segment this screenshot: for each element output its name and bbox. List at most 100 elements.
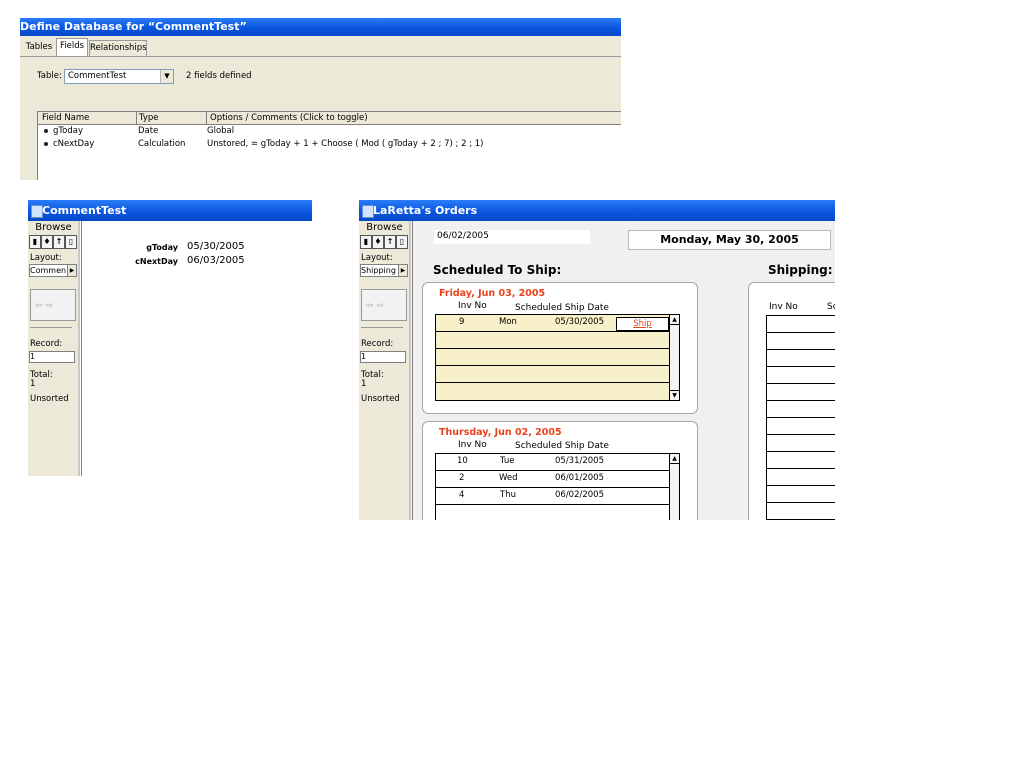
date-display-value: Monday, May 30, 2005 bbox=[660, 233, 799, 246]
book-navigator-icon[interactable]: ⇦ ⇨ bbox=[30, 289, 76, 321]
shipping-panel: Inv No Sc bbox=[748, 282, 835, 520]
orders-window: LaRetta's Orders Browse ▮ ♦ ↑ ▯ Layout: … bbox=[359, 200, 835, 520]
column-type[interactable]: Type bbox=[136, 112, 207, 124]
commenttest-window: CommentTest Browse ▮ ♦ ↑ ▯ Layout: Comme… bbox=[28, 200, 312, 476]
find-tool-icon[interactable]: ♦ bbox=[372, 235, 384, 249]
field-name: gToday bbox=[53, 126, 83, 136]
day: Thu bbox=[500, 490, 516, 500]
fields-list[interactable]: Field Name Type Options / Comments (Clic… bbox=[37, 111, 621, 180]
portal-scrollbar[interactable]: ▲ ▼ bbox=[669, 315, 679, 400]
shipping-heading: Shipping: bbox=[768, 263, 833, 277]
table-row[interactable]: 2 Wed 06/01/2005 bbox=[436, 471, 669, 488]
record-number-input[interactable]: 1 bbox=[29, 351, 75, 363]
ship-button[interactable]: Ship bbox=[616, 317, 669, 331]
scheduled-portal[interactable]: 10 Tue 05/31/2005 2 Wed 06/01/2005 4 Thu… bbox=[435, 453, 680, 520]
layout-tool-icon[interactable]: ↑ bbox=[53, 235, 65, 249]
table-row[interactable] bbox=[436, 366, 669, 383]
scheduled-group-panel: Friday, Jun 03, 2005 Inv No Scheduled Sh… bbox=[422, 282, 698, 414]
fields-count: 2 fields defined bbox=[186, 71, 252, 81]
row-bullet-icon bbox=[44, 129, 48, 133]
record-number-input[interactable]: 1 bbox=[360, 351, 406, 363]
table-row[interactable] bbox=[436, 349, 669, 366]
tab-bar: Tables Fields Relationships bbox=[20, 38, 621, 57]
inv-no: 2 bbox=[459, 473, 465, 483]
divider bbox=[361, 327, 403, 328]
browse-tool-icon[interactable]: ▮ bbox=[360, 235, 372, 249]
column-options[interactable]: Options / Comments (Click to toggle) bbox=[207, 112, 621, 124]
preview-tool-icon[interactable]: ▯ bbox=[396, 235, 408, 249]
mode-label: Browse bbox=[366, 222, 403, 233]
layout-select-value: Shipping bbox=[361, 266, 396, 275]
scroll-up-icon[interactable]: ▲ bbox=[670, 315, 679, 325]
table-row[interactable] bbox=[436, 505, 669, 520]
row-bullet-icon bbox=[44, 142, 48, 146]
portal-scrollbar[interactable]: ▲ bbox=[669, 454, 679, 520]
ship-date: 06/02/2005 bbox=[555, 490, 604, 500]
field-label-gtoday: gToday bbox=[146, 243, 178, 252]
inv-no: 10 bbox=[457, 456, 468, 466]
chevron-down-icon[interactable]: ▼ bbox=[160, 70, 173, 83]
table-row[interactable]: cNextDay Calculation Unstored, = gToday … bbox=[38, 138, 621, 151]
column-field-name[interactable]: Field Name bbox=[38, 112, 137, 124]
field-value-gtoday[interactable]: 05/30/2005 bbox=[187, 241, 245, 252]
field-type: Date bbox=[138, 126, 159, 136]
find-tool-icon[interactable]: ♦ bbox=[41, 235, 53, 249]
window-title: CommentTest bbox=[42, 204, 127, 217]
scheduled-heading: Scheduled To Ship: bbox=[433, 263, 562, 277]
window-title: Define Database for “CommentTest” bbox=[20, 20, 247, 33]
table-row[interactable]: 10 Tue 05/31/2005 bbox=[436, 454, 669, 471]
shipping-portal[interactable] bbox=[766, 315, 835, 520]
define-database-window: Define Database for “CommentTest” Tables… bbox=[20, 18, 621, 180]
status-area: Browse ▮ ♦ ↑ ▯ Layout: Shipping ▶ ⇦ ⇨ Re… bbox=[359, 221, 413, 520]
day: Tue bbox=[500, 456, 515, 466]
table-select-value: CommentTest bbox=[68, 71, 127, 81]
layout-tool-icon[interactable]: ↑ bbox=[384, 235, 396, 249]
tab-tables[interactable]: Tables bbox=[24, 40, 54, 55]
book-navigator-icon[interactable]: ⇦ ⇨ bbox=[361, 289, 407, 321]
table-row[interactable]: 9 Mon 05/30/2005 Ship bbox=[436, 315, 669, 332]
date-display: Monday, May 30, 2005 bbox=[628, 230, 831, 250]
browse-tool-icon[interactable]: ▮ bbox=[29, 235, 41, 249]
inv-no: 9 bbox=[459, 317, 465, 327]
table-row[interactable] bbox=[436, 332, 669, 349]
mode-tools: ▮ ♦ ↑ ▯ bbox=[29, 235, 77, 249]
divider bbox=[30, 327, 72, 328]
mode-label: Browse bbox=[35, 222, 72, 233]
fields-tab-panel: Table: CommentTest ▼ 2 fields defined Fi… bbox=[20, 56, 621, 180]
fields-list-header: Field Name Type Options / Comments (Clic… bbox=[38, 112, 621, 125]
layout-select[interactable]: Shipping ▶ bbox=[360, 264, 408, 277]
shipping-column-inv-no: Inv No bbox=[769, 302, 798, 312]
table-select[interactable]: CommentTest ▼ bbox=[64, 69, 174, 84]
column-inv-no: Inv No bbox=[458, 301, 487, 311]
window-title: LaRetta's Orders bbox=[373, 204, 478, 217]
tab-relationships[interactable]: Relationships bbox=[89, 40, 147, 56]
scroll-down-icon[interactable]: ▼ bbox=[670, 390, 679, 400]
field-value-cnextday[interactable]: 06/03/2005 bbox=[187, 255, 245, 266]
layout-select[interactable]: Commen ▶ bbox=[29, 264, 77, 277]
scroll-up-icon[interactable]: ▲ bbox=[670, 454, 679, 464]
field-options: Unstored, = gToday + 1 + Choose ( Mod ( … bbox=[207, 139, 484, 149]
date-input[interactable]: 06/02/2005 bbox=[434, 230, 590, 244]
field-type: Calculation bbox=[138, 139, 186, 149]
chevron-right-icon[interactable]: ▶ bbox=[67, 265, 76, 276]
ship-date: 06/01/2005 bbox=[555, 473, 604, 483]
define-database-titlebar[interactable]: Define Database for “CommentTest” bbox=[20, 18, 621, 36]
table-row[interactable]: 4 Thu 06/02/2005 bbox=[436, 488, 669, 505]
preview-tool-icon[interactable]: ▯ bbox=[65, 235, 77, 249]
column-ship-date: Scheduled Ship Date bbox=[515, 303, 609, 313]
total-value: 1 bbox=[30, 379, 36, 389]
field-name: cNextDay bbox=[53, 139, 95, 149]
commenttest-titlebar[interactable]: CommentTest bbox=[28, 200, 312, 221]
ship-date: 05/30/2005 bbox=[555, 317, 604, 327]
layout-select-value: Commen bbox=[30, 266, 67, 275]
scheduled-group-panel: Thursday, Jun 02, 2005 Inv No Scheduled … bbox=[422, 421, 698, 520]
ship-date: 05/31/2005 bbox=[555, 456, 604, 466]
tab-fields[interactable]: Fields bbox=[56, 38, 88, 57]
scheduled-portal[interactable]: 9 Mon 05/30/2005 Ship ▲ ▼ bbox=[435, 314, 680, 401]
table-row[interactable]: gToday Date Global bbox=[38, 125, 621, 138]
orders-titlebar[interactable]: LaRetta's Orders bbox=[359, 200, 835, 221]
column-ship-date: Scheduled Ship Date bbox=[515, 441, 609, 451]
shipping-column-date: Sc bbox=[827, 302, 835, 312]
table-row[interactable] bbox=[436, 383, 669, 399]
chevron-right-icon[interactable]: ▶ bbox=[398, 265, 407, 276]
